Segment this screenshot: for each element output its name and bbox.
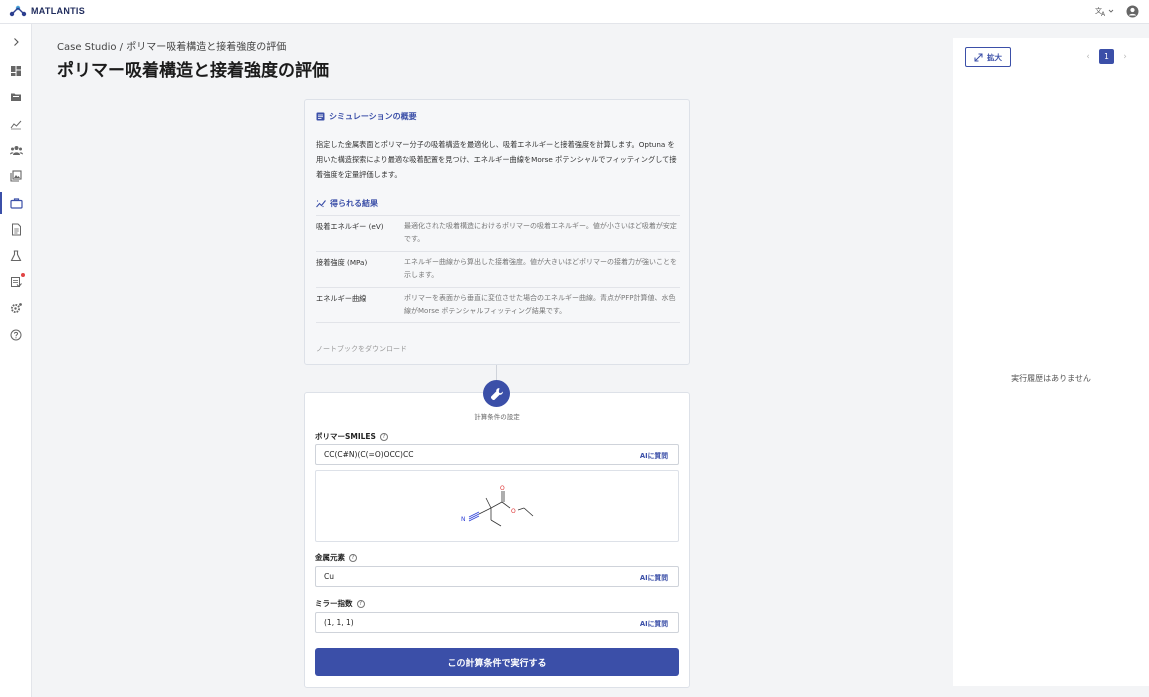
document-icon [11, 223, 21, 235]
folder-icon [11, 93, 21, 101]
sidebar-expand-button[interactable] [8, 34, 24, 50]
sidebar-item-projects[interactable] [8, 89, 24, 105]
logo-icon [9, 5, 27, 17]
page-title: ポリマー吸着構造と接着強度の評価 [57, 61, 329, 81]
svg-text:N: N [461, 516, 466, 523]
sidebar-item-help[interactable] [8, 327, 24, 343]
metal-value: Cu [324, 572, 334, 581]
notifications-icon [11, 277, 22, 288]
sidebar-item-settings[interactable] [8, 300, 24, 316]
expand-icon [974, 53, 983, 61]
smiles-label: ポリマーSMILES ? [315, 431, 388, 442]
account-icon [1126, 5, 1139, 18]
dashboard-icon [11, 66, 21, 76]
settings-step-badge [483, 380, 510, 407]
smiles-input[interactable]: CC(C#N)(C(=O)OCC)CC AIに質問 [315, 444, 679, 465]
empty-history-text: 実行履歴はありません [1011, 374, 1091, 383]
help-icon[interactable]: ? [356, 599, 365, 608]
sidebar-item-analytics[interactable] [8, 116, 24, 132]
breadcrumb[interactable]: Case Studio / ポリマー吸着構造と接着強度の評価 [57, 38, 286, 53]
results-title: 得られる結果 [330, 199, 378, 208]
execution-history-panel: 拡大 ‹ 1 › 実行履歴はありません [953, 38, 1149, 686]
chevron-right-icon [14, 38, 19, 46]
sidebar-item-case-studio[interactable] [0, 192, 24, 214]
expand-button[interactable]: 拡大 [965, 47, 1011, 67]
sidebar-item-team[interactable] [8, 142, 24, 158]
overview-description: 指定した金属表面とポリマー分子の吸着構造を最適化し、吸着エネルギーと接着強度を計… [316, 140, 677, 179]
miller-value: (1, 1, 1) [324, 618, 354, 627]
result-desc: ポリマーを表面から垂直に変位させた場合のエネルギー曲線。青点がPFP計算値、水色… [404, 294, 676, 315]
sidebar-item-notifications[interactable] [8, 273, 25, 290]
result-name: 接着強度 (MPa) [316, 258, 368, 267]
article-icon [316, 112, 325, 121]
molecule-structure-image: N O O [461, 485, 534, 527]
page-number[interactable]: 1 [1099, 49, 1114, 64]
result-row: 吸着エネルギー (eV) 最適化された吸着構造におけるポリマーの吸着エネルギー。… [316, 215, 680, 251]
expand-label: 拡大 [987, 52, 1002, 62]
svg-text:O: O [511, 508, 516, 515]
svg-text:O: O [500, 485, 505, 492]
results-heading: 得られる結果 [316, 198, 378, 209]
result-row: エネルギー曲線 ポリマーを表面から垂直に変位させた場合のエネルギー曲線。青点がP… [316, 287, 680, 323]
ask-ai-button[interactable]: AIに質問 [640, 450, 668, 460]
notification-badge [21, 273, 25, 277]
result-desc: 最適化された吸着構造におけるポリマーの吸着エネルギー。値が小さいほど吸着が安定で… [404, 222, 677, 243]
sidebar-item-dashboard[interactable] [8, 63, 24, 79]
help-icon[interactable]: ? [349, 553, 357, 562]
miller-label-text: ミラー指数 [315, 599, 353, 608]
ask-ai-button[interactable]: AIに質問 [640, 572, 668, 582]
sidebar-item-experiments[interactable] [8, 248, 24, 264]
run-calculation-button[interactable]: この計算条件で実行する [315, 648, 679, 676]
top-bar: MATLANTIS 文 A [0, 0, 1149, 24]
brand-name: MATLANTIS [31, 6, 86, 16]
sidebar [0, 24, 32, 697]
result-row: 接着強度 (MPa) エネルギー曲線から算出した接着強度。値が大きいほどポリマー… [316, 251, 680, 287]
sidebar-item-documents[interactable] [8, 221, 24, 237]
briefcase-icon [9, 198, 23, 209]
settings-icon [10, 303, 22, 314]
download-notebook-link[interactable]: ノートブックをダウンロード [316, 344, 407, 354]
smiles-value: CC(C#N)(C(=O)OCC)CC [324, 450, 414, 459]
gallery-icon [10, 170, 22, 182]
help-icon[interactable]: ? [379, 432, 388, 441]
chart-icon [10, 120, 22, 130]
user-avatar-button[interactable] [1126, 5, 1139, 20]
prev-page-icon[interactable]: ‹ [1083, 52, 1093, 62]
help-icon [10, 329, 22, 341]
flask-icon [10, 250, 22, 262]
settings-caption: 計算条件の設定 [474, 413, 520, 421]
language-switcher[interactable]: 文 A [1095, 5, 1114, 17]
chevron-down-icon [1108, 9, 1114, 13]
translate-icon: 文 A [1095, 6, 1106, 17]
overview-title: シミュレーションの概要 [329, 112, 417, 121]
smiles-label-text: ポリマーSMILES [315, 432, 376, 441]
pagination: ‹ 1 › [1083, 49, 1130, 64]
next-page-icon[interactable]: › [1120, 52, 1130, 62]
users-icon [9, 146, 23, 155]
overview-heading: シミュレーションの概要 [316, 111, 417, 122]
svg-text:A: A [1101, 11, 1106, 17]
metal-label: 金属元素 ? [315, 552, 357, 563]
wrench-icon [490, 387, 503, 400]
results-table: 吸着エネルギー (eV) 最適化された吸着構造におけるポリマーの吸着エネルギー。… [316, 215, 680, 323]
simulation-overview-card: シミュレーションの概要 指定した金属表面とポリマー分子の吸着構造を最適化し、吸着… [304, 99, 690, 365]
miller-label: ミラー指数 ? [315, 598, 365, 609]
sidebar-item-library[interactable] [8, 168, 24, 184]
metal-label-text: 金属元素 [315, 553, 345, 562]
trend-icon [316, 200, 326, 208]
result-desc: エネルギー曲線から算出した接着強度。値が大きいほどポリマーの接着力が強いことを示… [404, 258, 677, 279]
matlantis-logo[interactable]: MATLANTIS [9, 4, 85, 18]
result-name: 吸着エネルギー (eV) [316, 222, 384, 231]
metal-input[interactable]: Cu AIに質問 [315, 566, 679, 587]
molecule-preview: N O O [315, 470, 679, 542]
miller-input[interactable]: (1, 1, 1) AIに質問 [315, 612, 679, 633]
result-name: エネルギー曲線 [316, 294, 367, 303]
ask-ai-button[interactable]: AIに質問 [640, 618, 668, 628]
